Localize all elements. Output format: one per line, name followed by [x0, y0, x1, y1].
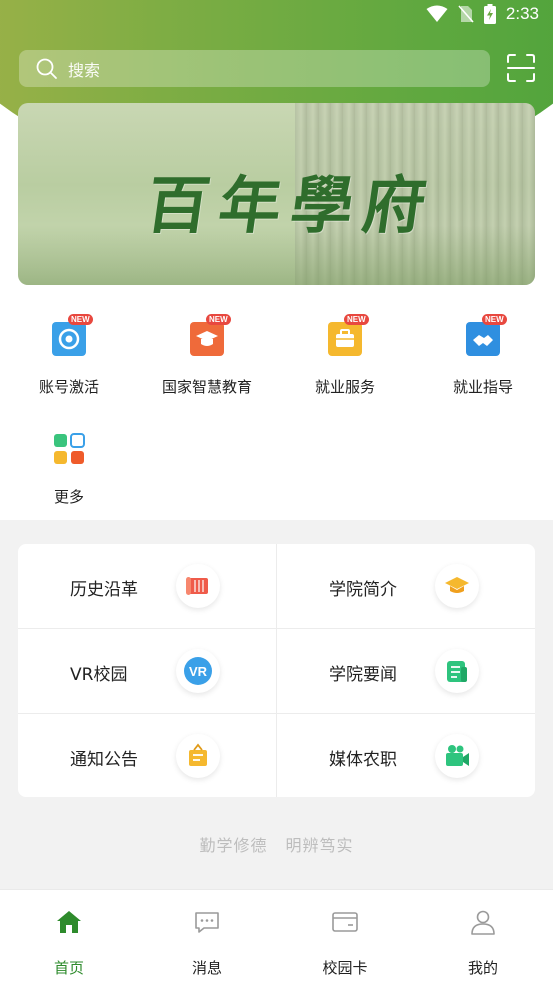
search-placeholder: 搜索: [68, 60, 101, 80]
search-icon: [36, 58, 57, 79]
quick-action-employment-service[interactable]: NEW 就业服务: [276, 314, 414, 397]
grid-item-media[interactable]: 媒体农职: [277, 714, 535, 797]
search-input[interactable]: 搜索: [19, 50, 490, 87]
new-badge: NEW: [206, 314, 231, 325]
tab-label: 首页: [53, 959, 84, 977]
motto-part-2: 明辨笃实: [285, 836, 354, 855]
tab-profile[interactable]: 我的: [414, 890, 552, 983]
grid-item-label: 学院要闻: [329, 665, 397, 685]
tab-label: 消息: [191, 959, 222, 977]
grid-item-vr-campus[interactable]: VR校园 VR: [18, 629, 276, 713]
wifi-icon: [426, 5, 448, 22]
employment-service-icon: NEW: [328, 314, 369, 356]
motto-part-1: 勤学修德: [199, 836, 268, 855]
info-grid-card: 历史沿革 学院简介 VR校园 VR 学院要闻 通知公告 媒体农职: [18, 544, 535, 797]
svg-text:VR: VR: [189, 664, 208, 679]
vr-icon: VR: [176, 649, 220, 693]
tab-campus-card[interactable]: 校园卡: [276, 890, 414, 983]
grid-item-notices[interactable]: 通知公告: [18, 714, 276, 797]
employment-guidance-icon: NEW: [466, 314, 507, 356]
tab-messages[interactable]: 消息: [138, 890, 276, 983]
message-icon: [195, 912, 219, 933]
grid-item-label: 媒体农职: [329, 750, 397, 770]
grid-item-label: 学院简介: [329, 580, 397, 600]
quick-action-label: 更多: [53, 488, 84, 506]
grid-item-college-news[interactable]: 学院要闻: [277, 629, 535, 713]
quick-action-employment-guidance[interactable]: NEW 就业指导: [414, 314, 552, 397]
tab-label: 我的: [467, 959, 498, 977]
grid-item-label: VR校园: [70, 665, 128, 685]
quick-action-label: 账号激活: [38, 378, 99, 396]
banner-calligraphy: 百年學府: [142, 169, 441, 242]
status-bar: 2:33: [0, 0, 553, 32]
notice-board-icon: [176, 734, 220, 778]
quick-action-smart-education[interactable]: NEW 国家智慧教育: [138, 314, 276, 397]
scroll-icon: [176, 564, 220, 608]
banner-carousel[interactable]: 百年學府: [18, 103, 535, 285]
bottom-nav: 首页 消息 校园卡 我的: [0, 889, 553, 983]
battery-charging-icon: [483, 4, 496, 24]
account-activate-icon: NEW: [52, 314, 93, 356]
tab-home[interactable]: 首页: [0, 890, 138, 983]
quick-action-account-activate[interactable]: NEW 账号激活: [0, 314, 138, 397]
grid-item-college-intro[interactable]: 学院简介: [277, 544, 535, 628]
grid-item-label: 历史沿革: [70, 580, 138, 600]
video-camera-icon: [435, 734, 479, 778]
new-badge: NEW: [68, 314, 93, 325]
newspaper-icon: [435, 649, 479, 693]
quick-action-more[interactable]: 更多: [0, 432, 138, 507]
scan-icon[interactable]: [505, 52, 537, 84]
quick-action-label: 国家智慧教育: [161, 378, 252, 396]
more-grid-icon: [52, 432, 86, 466]
quick-action-label: 就业指导: [452, 378, 513, 396]
no-sim-icon: [458, 5, 474, 23]
graduation-cap-icon: [435, 564, 479, 608]
college-motto: 勤学修德 明辨笃实: [0, 832, 553, 856]
smart-education-icon: NEW: [190, 314, 231, 356]
new-badge: NEW: [482, 314, 507, 325]
user-icon: [471, 910, 495, 935]
tab-label: 校园卡: [322, 959, 368, 977]
status-time: 2:33: [505, 4, 539, 23]
grid-item-label: 通知公告: [70, 750, 138, 770]
new-badge: NEW: [344, 314, 369, 325]
home-icon: [57, 911, 81, 933]
card-icon: [332, 912, 358, 932]
grid-item-history[interactable]: 历史沿革: [18, 544, 276, 628]
quick-action-label: 就业服务: [314, 378, 375, 396]
